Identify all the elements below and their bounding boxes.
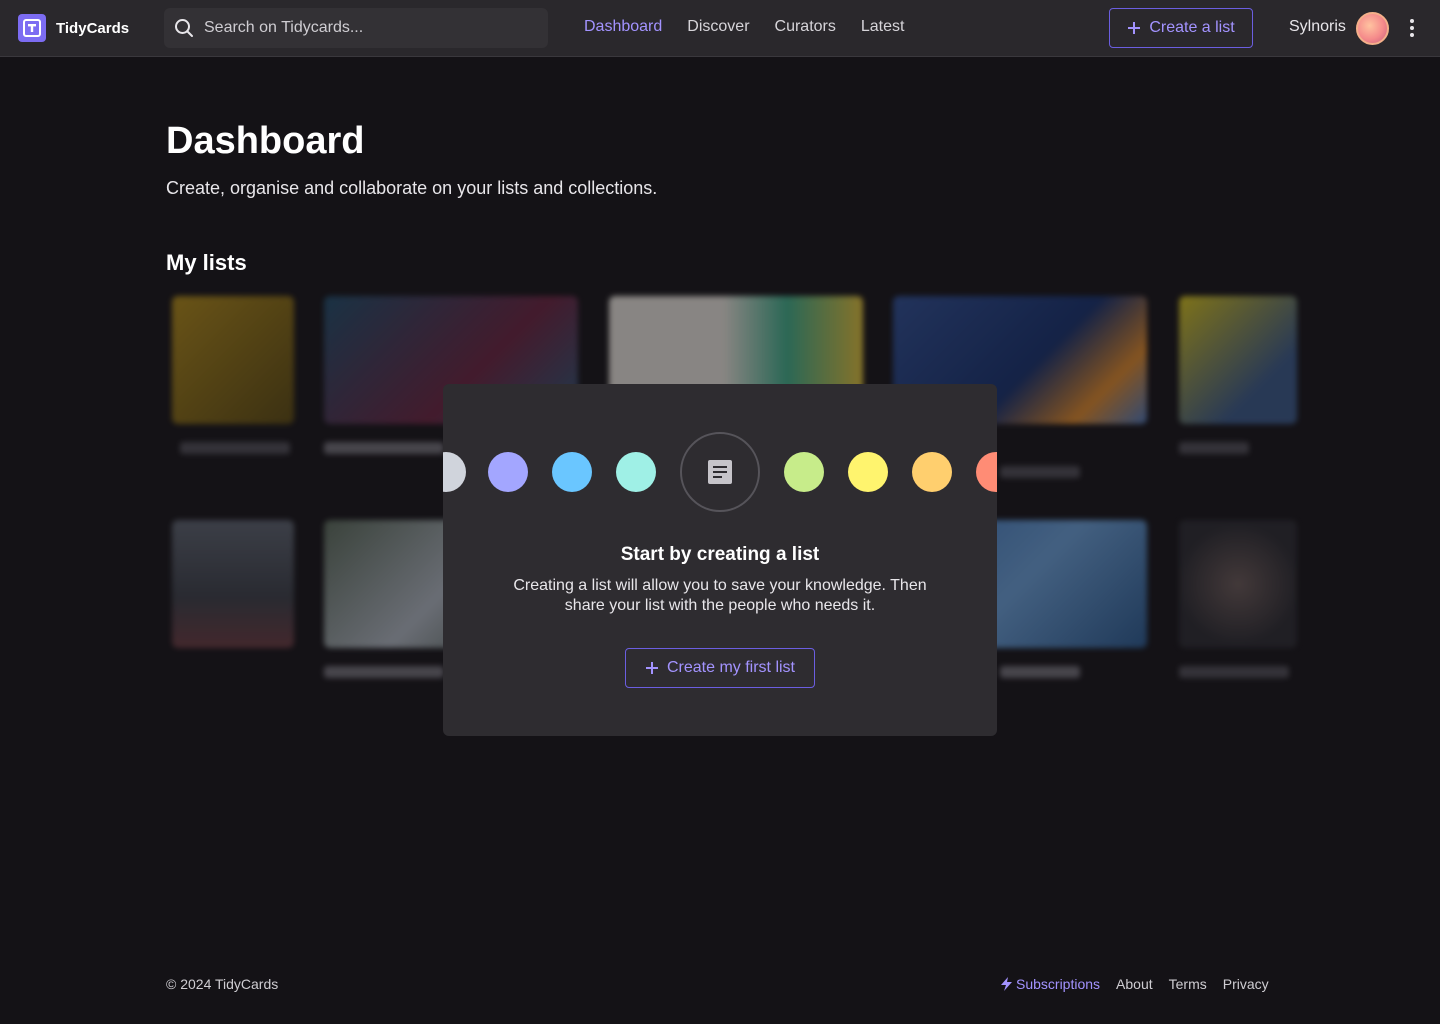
- tidycards-logo-icon: [18, 14, 46, 42]
- create-list-label: Create a list: [1149, 19, 1235, 36]
- logo-text: TidyCards: [56, 19, 130, 37]
- list-card-title-placeholder: [324, 666, 444, 678]
- color-dot: [552, 452, 592, 492]
- more-menu-icon[interactable]: [1404, 16, 1420, 40]
- list-card-title-placeholder: [1179, 666, 1289, 678]
- create-list-button[interactable]: Create a list: [1109, 8, 1253, 48]
- top-bar: TidyCards Dashboard Discover Curators La…: [0, 0, 1440, 57]
- page-subtitle: Create, organise and collaborate on your…: [166, 178, 658, 198]
- footer-privacy-link[interactable]: Privacy: [1223, 976, 1269, 992]
- color-dot: [848, 452, 888, 492]
- main-nav: Dashboard Discover Curators Latest: [584, 18, 904, 36]
- search-input[interactable]: [204, 19, 524, 37]
- list-card-title-placeholder: [324, 442, 444, 454]
- my-lists-heading: My lists: [166, 250, 247, 275]
- list-card-thumbnail: [1179, 296, 1297, 424]
- list-card-title-placeholder: [1000, 666, 1080, 678]
- nav-latest[interactable]: Latest: [861, 18, 905, 36]
- logo[interactable]: TidyCards: [18, 14, 129, 42]
- color-dot: [616, 452, 656, 492]
- list-card-thumbnail: [1179, 520, 1297, 648]
- color-dot: [976, 452, 997, 492]
- list-card-title-placeholder: [1179, 442, 1249, 454]
- modal-description: Creating a list will allow you to save y…: [513, 577, 927, 614]
- create-first-list-button[interactable]: Create my first list: [625, 648, 815, 688]
- user-name[interactable]: Sylnoris: [1289, 18, 1346, 36]
- avatar[interactable]: [1356, 12, 1389, 45]
- plus-icon: [645, 662, 658, 674]
- document-icon: [708, 460, 732, 484]
- footer-about-link[interactable]: About: [1116, 976, 1153, 992]
- color-dot: [784, 452, 824, 492]
- search-icon: [175, 19, 193, 37]
- list-placeholder-ring: [680, 432, 760, 512]
- color-dot: [488, 452, 528, 492]
- create-first-list-label: Create my first list: [666, 659, 795, 676]
- lightning-icon: [1001, 977, 1012, 991]
- nav-dashboard[interactable]: Dashboard: [584, 18, 662, 36]
- modal-title: Start by creating a list: [620, 544, 820, 565]
- footer-links: Subscriptions About Terms Privacy: [1001, 976, 1269, 992]
- color-dot: [912, 452, 952, 492]
- nav-curators[interactable]: Curators: [775, 18, 836, 36]
- nav-discover[interactable]: Discover: [687, 18, 749, 36]
- search-box[interactable]: [164, 8, 548, 48]
- page-title: Dashboard: [166, 120, 365, 162]
- footer-terms-link[interactable]: Terms: [1169, 976, 1207, 992]
- list-card-title-placeholder: [1000, 466, 1080, 478]
- footer-copyright: © 2024 TidyCards: [166, 976, 279, 992]
- list-card-thumbnail: [172, 520, 294, 648]
- color-dot: [443, 452, 466, 492]
- footer-subscriptions-label: Subscriptions: [1016, 976, 1101, 992]
- plus-icon: [1128, 22, 1141, 34]
- empty-state-modal: Start by creating a list Creating a list…: [443, 384, 997, 736]
- footer-subscriptions-link[interactable]: Subscriptions: [1001, 976, 1100, 992]
- list-card-thumbnail: [172, 296, 294, 424]
- list-card-title-placeholder: [180, 442, 290, 454]
